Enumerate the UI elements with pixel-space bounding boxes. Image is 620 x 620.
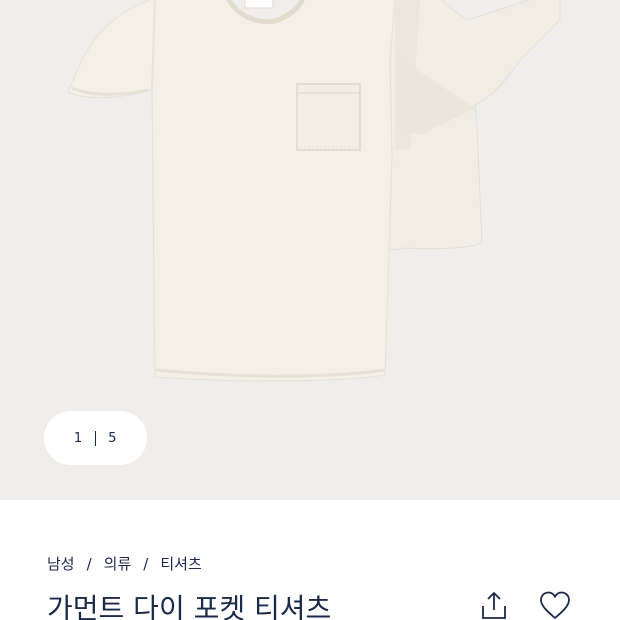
heart-icon [540,591,570,619]
front-tshirt [67,0,396,382]
breadcrumb: 남성 / 의류 / 티셔츠 [47,553,202,574]
breadcrumb-item-tshirts[interactable]: 티셔츠 [160,553,201,574]
image-counter-divider [94,430,97,446]
breadcrumb-separator: / [86,554,92,573]
product-title: 가먼트 다이 포켓 티셔츠 [47,592,332,620]
breadcrumb-separator: / [143,554,149,573]
pocket [296,83,361,151]
share-button[interactable] [477,590,511,620]
product-gallery[interactable]: 1 5 [0,0,620,500]
breadcrumb-item-clothing[interactable]: 의류 [104,553,132,574]
share-icon [482,592,506,619]
product-page: 1 5 남성 / 의류 / 티셔츠 가먼트 다이 포켓 티셔츠 [0,0,620,620]
image-counter-current: 1 [73,430,83,446]
wishlist-button[interactable] [538,590,572,620]
breadcrumb-item-men[interactable]: 남성 [47,553,75,574]
image-counter-total: 5 [108,430,118,446]
image-counter: 1 5 [44,411,147,465]
